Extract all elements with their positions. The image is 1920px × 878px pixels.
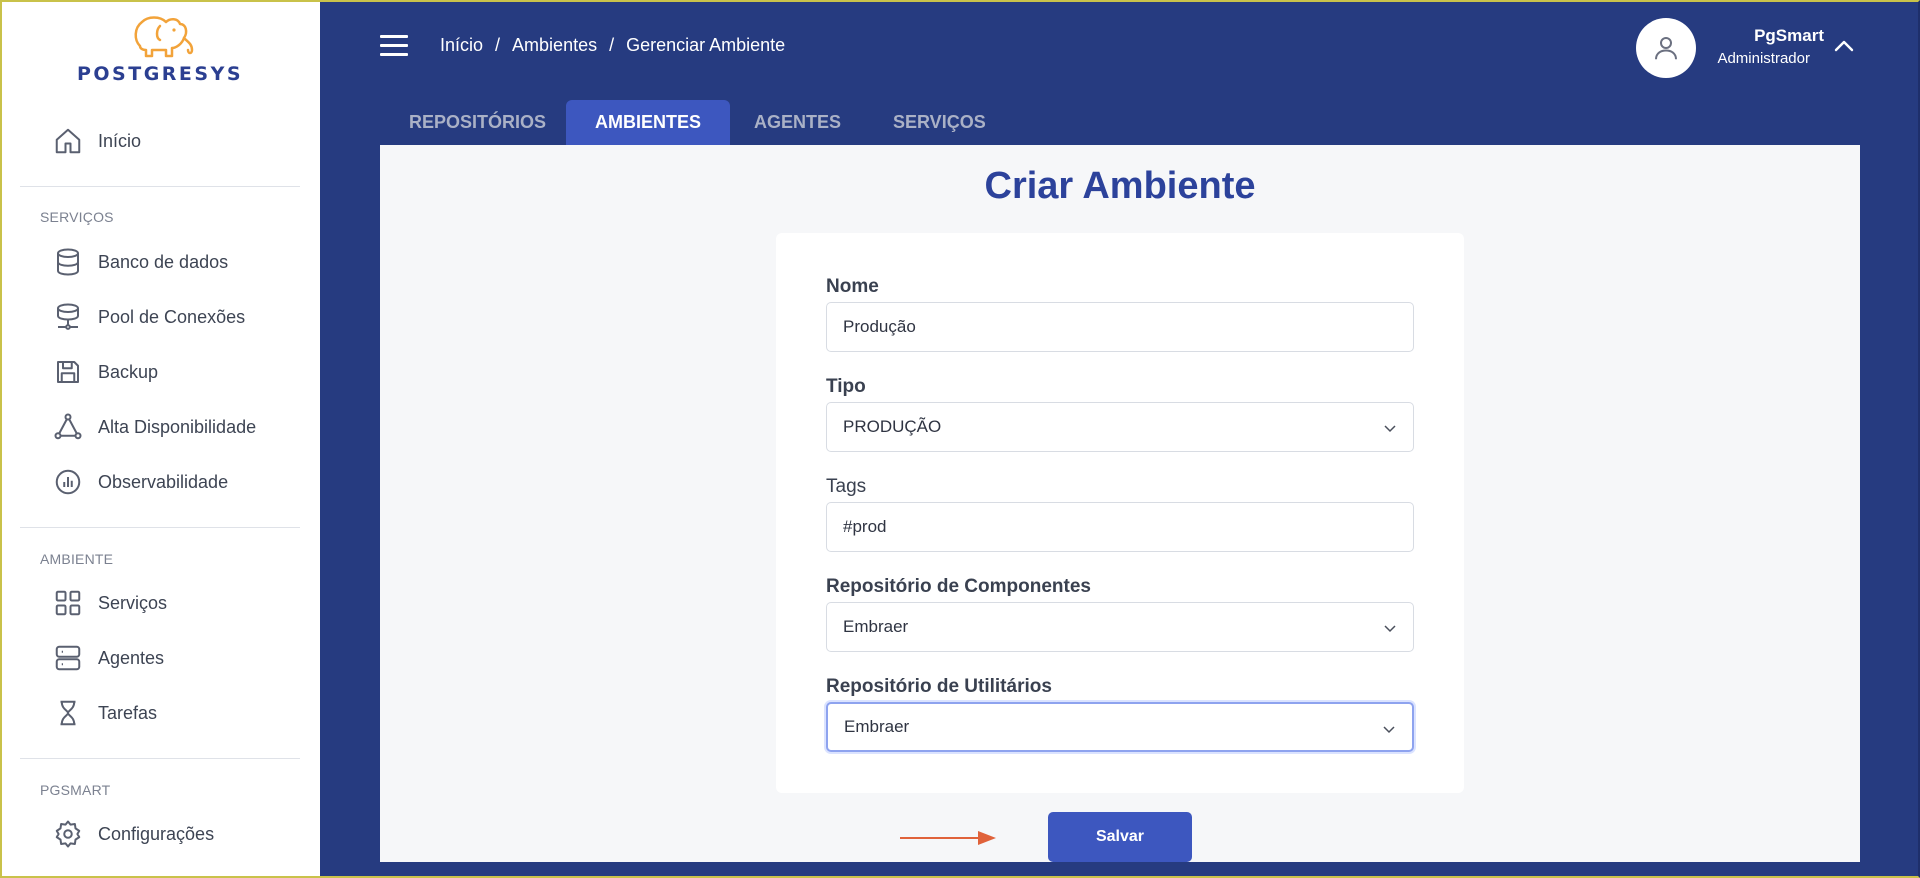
- elephant-logo-icon: [134, 16, 194, 58]
- grid-icon: [50, 585, 86, 621]
- chevron-down-icon: [1384, 625, 1396, 633]
- nome-label: Nome: [826, 276, 879, 297]
- section-label-pgsmart: PGSMART: [40, 782, 111, 798]
- sidebar-item-label: Início: [98, 130, 142, 151]
- sidebar-divider: [20, 758, 300, 759]
- main-content: Criar Ambiente Nome Produção Tipo PRODUÇ…: [380, 145, 1860, 862]
- page-title: Criar Ambiente: [984, 165, 1256, 207]
- save-disk-icon: [50, 354, 86, 390]
- breadcrumb-current: Gerenciar Ambiente: [626, 35, 786, 55]
- sidebar-item-label: Pool de Conexões: [98, 306, 246, 327]
- tab-agentes[interactable]: AGENTES: [725, 100, 870, 145]
- user-icon: [1655, 37, 1677, 60]
- tab-servicos[interactable]: SERVIÇOS: [864, 100, 1015, 145]
- sidebar-item-alta-disponibilidade[interactable]: Alta Disponibilidade: [50, 407, 256, 447]
- sidebar-item-servicos[interactable]: Serviços: [50, 583, 167, 623]
- breadcrumb-separator: /: [495, 35, 501, 55]
- sidebar-item-pool-de-conexoes[interactable]: Pool de Conexões: [50, 297, 245, 337]
- tipo-label: Tipo: [826, 376, 866, 397]
- sidebar-item-inicio[interactable]: Início: [50, 121, 141, 161]
- breadcrumb-inicio[interactable]: Início: [440, 35, 483, 56]
- user-name: PgSmart: [1754, 26, 1824, 45]
- tags-label: Tags: [826, 476, 867, 497]
- section-label-servicos: SERVIÇOS: [40, 209, 114, 225]
- tipo-select[interactable]: PRODUÇÃO: [826, 402, 1414, 452]
- sidebar-divider: [20, 527, 300, 528]
- repositorio-componentes-select[interactable]: Embraer: [826, 602, 1414, 652]
- sidebar-item-observabilidade[interactable]: Observabilidade: [50, 462, 228, 502]
- tipo-value: PRODUÇÃO: [843, 417, 942, 436]
- server-icon: [50, 640, 86, 676]
- form-card: Nome Produção Tipo PRODUÇÃO Tags #prod R…: [776, 233, 1464, 793]
- tags-value: #prod: [843, 517, 887, 536]
- sidebar-divider: [20, 186, 300, 187]
- sidebar-item-banco-de-dados[interactable]: Banco de dados: [50, 242, 228, 282]
- sidebar-item-backup[interactable]: Backup: [50, 352, 158, 392]
- sidebar-item-label: Serviços: [98, 592, 168, 613]
- save-button[interactable]: Salvar: [1048, 812, 1192, 862]
- tab-repositorios[interactable]: REPOSITÓRIOS: [380, 100, 575, 145]
- repositorio-utilitarios-select[interactable]: Embraer: [826, 702, 1414, 752]
- sidebar-item-configuracoes[interactable]: Configurações: [50, 814, 214, 854]
- sidebar: POSTGRESYS Início SERVIÇOS Banco de dado…: [0, 0, 320, 878]
- repositorio-utilitarios-value: Embraer: [844, 717, 910, 736]
- breadcrumb: Início / Ambientes / Gerenciar Ambiente: [440, 35, 785, 56]
- sidebar-item-tarefas[interactable]: Tarefas: [50, 693, 157, 733]
- breadcrumb-separator: /: [609, 35, 615, 55]
- chevron-down-icon: [1383, 726, 1395, 734]
- nome-value: Produção: [843, 317, 916, 336]
- chevron-down-icon: [1384, 425, 1396, 433]
- avatar[interactable]: [1636, 18, 1696, 78]
- sidebar-item-label: Observabilidade: [98, 471, 229, 492]
- sidebar-item-label: Agentes: [98, 647, 165, 668]
- section-label-ambiente: AMBIENTE: [40, 551, 114, 567]
- gear-icon: [50, 816, 86, 852]
- repositorio-utilitarios-label: Repositório de Utilitários: [826, 676, 1052, 697]
- sidebar-item-label: Alta Disponibilidade: [98, 416, 257, 437]
- chevron-up-icon[interactable]: [1832, 36, 1856, 56]
- user-role: Administrador: [1717, 50, 1810, 67]
- sidebar-item-label: Configurações: [98, 823, 215, 844]
- repositorio-componentes-value: Embraer: [843, 617, 909, 636]
- nome-input[interactable]: Produção: [826, 302, 1414, 352]
- breadcrumb-ambientes[interactable]: Ambientes: [512, 35, 597, 56]
- bar-chart-circle-icon: [50, 464, 86, 500]
- sidebar-item-agentes[interactable]: Agentes: [50, 638, 164, 678]
- sidebar-item-label: Backup: [98, 361, 159, 382]
- tags-input[interactable]: #prod: [826, 502, 1414, 552]
- tab-ambientes[interactable]: AMBIENTES: [566, 100, 731, 145]
- logo-wordmark: POSTGRESYS: [76, 63, 244, 85]
- hourglass-icon: [50, 695, 86, 731]
- repositorio-componentes-label: Repositório de Componentes: [826, 576, 1091, 597]
- triangle-nodes-icon: [50, 409, 86, 445]
- home-icon: [50, 123, 86, 159]
- database-icon: [50, 244, 86, 280]
- annotation-arrow-icon: [900, 831, 996, 845]
- postgresys-logo[interactable]: POSTGRESYS: [52, 10, 268, 85]
- connection-pool-icon: [50, 299, 86, 335]
- sidebar-item-label: Tarefas: [98, 702, 158, 723]
- menu-toggle-icon[interactable]: [380, 35, 408, 57]
- sidebar-item-label: Banco de dados: [98, 251, 229, 272]
